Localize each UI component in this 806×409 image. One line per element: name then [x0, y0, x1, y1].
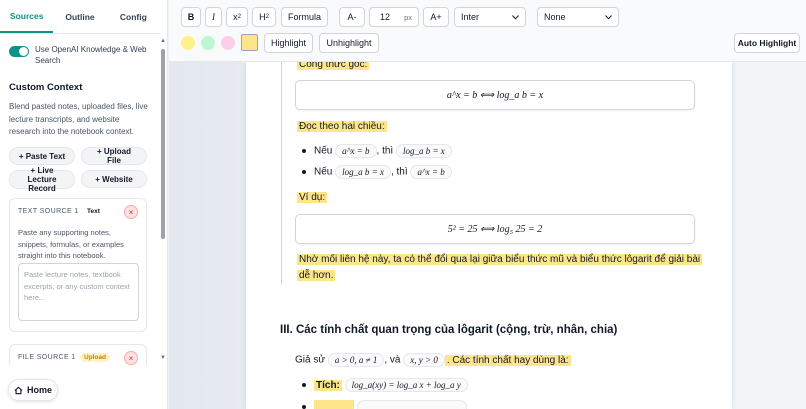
highlight-button[interactable]: Highlight: [264, 33, 313, 53]
font-size-unit: px: [404, 12, 412, 22]
bullet-icon: [302, 383, 306, 387]
auto-highlight-button[interactable]: Auto Highlight: [734, 33, 800, 53]
custom-context-heading: Custom Context: [9, 82, 83, 93]
web-search-toggle-row: Use OpenAI Knowledge & Web Search: [9, 44, 151, 66]
sidebar: Sources Outline Config Use OpenAI Knowle…: [0, 0, 168, 409]
file-source-badge: Upload: [80, 353, 111, 362]
tab-config[interactable]: Config: [107, 0, 160, 33]
heading-button[interactable]: H2: [252, 7, 276, 27]
list-item: Tích: log_a(xy) = log_a x + log_a y: [302, 378, 468, 392]
tab-outline[interactable]: Outline: [53, 0, 106, 33]
list-item-partial: [302, 400, 467, 409]
superscript-button[interactable]: x2: [226, 7, 248, 27]
chevron-down-icon: [605, 14, 612, 20]
style-select-value: None: [544, 12, 566, 22]
document-viewport: Công thức gốc: a^x = b ⟺ log_a b = x Đọc…: [169, 62, 806, 409]
paste-text-button[interactable]: + Paste Text: [9, 147, 75, 165]
sidebar-scrollbar[interactable]: ▲ ▼: [159, 35, 167, 365]
document-page: Công thức gốc: a^x = b ⟺ log_a b = x Đọc…: [246, 62, 732, 409]
file-source-card: FILE SOURCE 1 Upload ×: [9, 344, 147, 365]
font-increase-button[interactable]: A+: [423, 7, 449, 27]
formula-box-definition: a^x = b ⟺ log_a b = x: [295, 80, 695, 110]
scroll-down-arrow-icon[interactable]: ▼: [160, 355, 166, 361]
section-divider-line: [281, 62, 282, 284]
formula-box-example: 5² = 25 ⟺ log₅ 25 = 2: [295, 214, 695, 244]
nho-moi-paragraph-line1: Nhờ mối liên hệ này, ta có thể đổi qua l…: [297, 254, 703, 265]
list-item: Nếu a^x = b, thì log_a b = x: [302, 144, 452, 158]
scroll-up-arrow-icon[interactable]: ▲: [160, 38, 166, 44]
math-chip: a^x = b: [410, 165, 452, 179]
math-chip: [356, 400, 467, 409]
text-source-card: TEXT SOURCE 1 Text × Paste any supportin…: [9, 198, 147, 332]
website-button[interactable]: + Website: [81, 170, 147, 188]
home-button[interactable]: Home: [8, 379, 58, 401]
font-size-input[interactable]: 12 px: [369, 7, 419, 27]
text-source-help: Paste any supporting notes, snippets, fo…: [18, 228, 124, 260]
web-search-toggle-label: Use OpenAI Knowledge & Web Search: [35, 45, 147, 65]
close-icon: ×: [128, 207, 134, 217]
remove-text-source-button[interactable]: ×: [124, 205, 138, 219]
math-chip: x, y > 0: [403, 353, 445, 367]
text-source-input[interactable]: [18, 263, 139, 321]
superscript-exp: 2: [237, 14, 241, 20]
math-chip: a > 0, a ≠ 1: [327, 353, 385, 367]
font-family-select[interactable]: Inter: [454, 7, 526, 27]
formula-button[interactable]: Formula: [281, 7, 328, 27]
swatch-pink[interactable]: [221, 36, 235, 50]
file-source-title: FILE SOURCE 1: [18, 354, 76, 361]
remove-file-source-button[interactable]: ×: [124, 351, 138, 365]
font-decrease-button[interactable]: A-: [339, 7, 365, 27]
sidebar-tabs: Sources Outline Config: [0, 0, 160, 34]
tab-sources[interactable]: Sources: [0, 0, 54, 33]
close-icon: ×: [128, 353, 134, 363]
chevron-down-icon: [512, 14, 519, 20]
font-size-value: 12: [380, 12, 391, 22]
font-family-value: Inter: [461, 12, 480, 22]
live-lecture-record-button[interactable]: + Live Lecture Record: [9, 166, 75, 193]
web-search-toggle[interactable]: [9, 46, 29, 57]
unhighlight-button[interactable]: Unhighlight: [319, 33, 379, 53]
bold-button[interactable]: B: [181, 7, 201, 27]
bullet-icon: [302, 170, 306, 174]
section-heading-iii: III. Các tính chất quan trọng của lôgari…: [280, 324, 618, 336]
heading-sub: 2: [265, 14, 269, 20]
italic-button[interactable]: I: [205, 7, 222, 27]
cong-thuc-goc-label: Công thức gốc:: [297, 62, 370, 70]
bullet-icon: [302, 405, 306, 409]
bullet-icon: [302, 149, 306, 153]
math-chip: log_a b = x: [395, 144, 452, 158]
home-label: Home: [26, 385, 52, 395]
math-chip: log_a b = x: [335, 165, 391, 179]
doc-theo-label: Đọc theo hai chiều:: [297, 121, 387, 132]
list-item: Nếu log_a b = x, thì a^x = b: [302, 165, 452, 179]
swatch-green[interactable]: [201, 36, 215, 50]
swatch-selected-amber[interactable]: [241, 34, 258, 51]
upload-file-button[interactable]: + Upload File: [81, 147, 147, 165]
text-source-title: TEXT SOURCE 1: [18, 208, 79, 215]
gia-su-line: Giả sử a > 0, a ≠ 1, và x, y > 0. Các tí…: [295, 353, 571, 367]
editor-toolbar: B I x2 H2 Formula A- 12 px A+ Inter None…: [169, 0, 806, 62]
style-select[interactable]: None: [537, 7, 619, 27]
text-source-badge: Text: [87, 208, 100, 215]
math-chip: log_a(xy) = log_a x + log_a y: [344, 378, 468, 392]
scroll-thumb[interactable]: [161, 49, 165, 239]
custom-context-description: Blend pasted notes, uploaded files, live…: [9, 102, 148, 136]
sidebar-scroll-area: Use OpenAI Knowledge & Web Search Custom…: [0, 35, 158, 365]
swatch-yellow[interactable]: [181, 36, 195, 50]
home-icon: [14, 386, 23, 394]
nho-moi-paragraph-line2: dễ hơn.: [297, 270, 336, 281]
vi-du-label: Ví dụ:: [297, 192, 328, 203]
math-chip: a^x = b: [335, 144, 377, 158]
